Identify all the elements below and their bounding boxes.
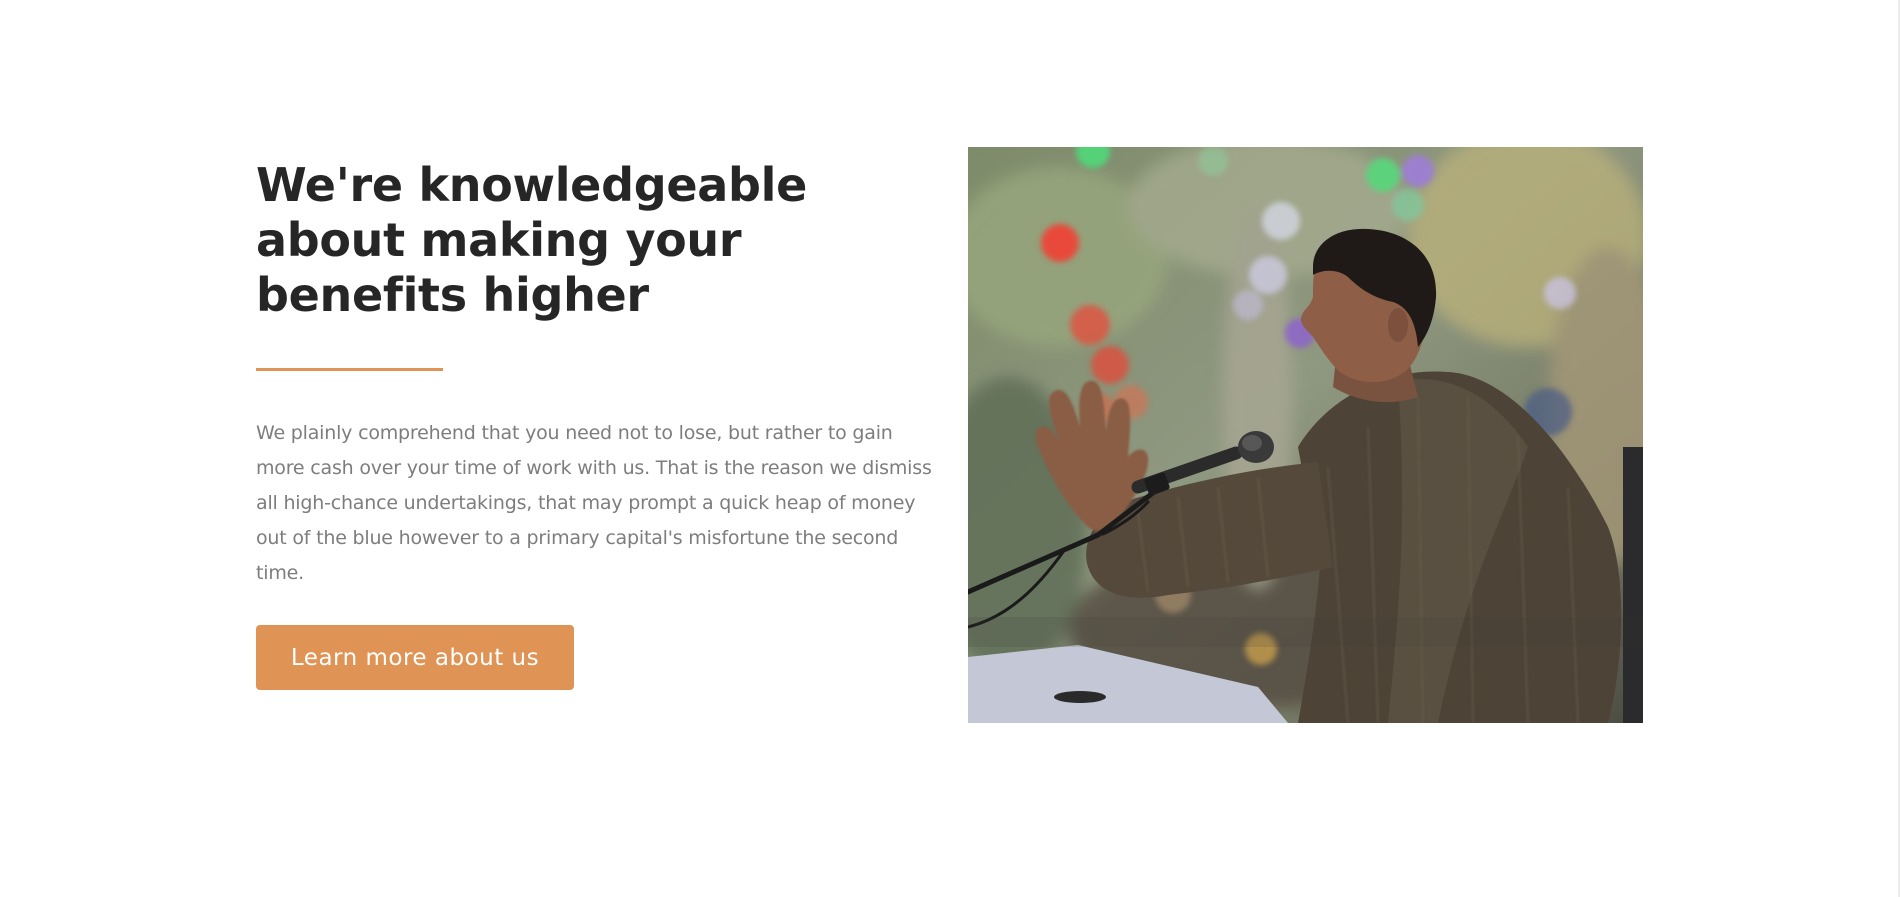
- learn-more-button[interactable]: Learn more about us: [256, 625, 574, 690]
- section-headline: We're knowledgeable about making your be…: [256, 158, 807, 322]
- headline-divider: [256, 368, 443, 371]
- speaker-photo: [968, 147, 1643, 723]
- section-body-text: We plainly comprehend that you need not …: [256, 422, 932, 584]
